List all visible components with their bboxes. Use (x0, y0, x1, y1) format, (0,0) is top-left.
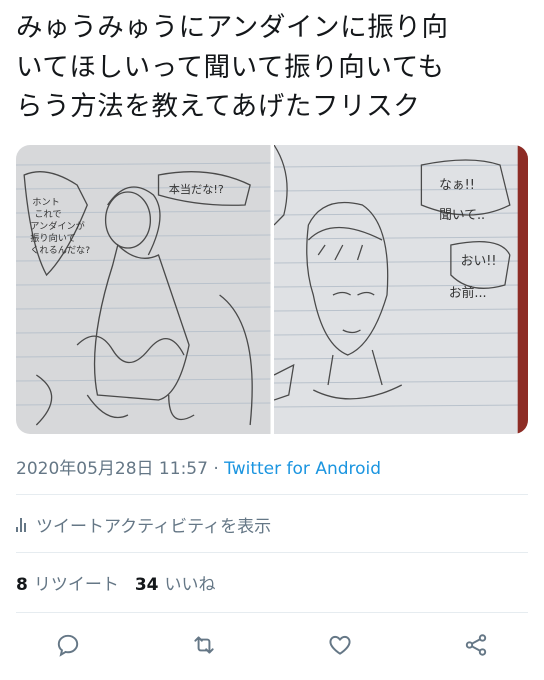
likes-stat[interactable]: 34 いいね (135, 570, 216, 595)
meta-separator: · (207, 459, 225, 479)
sketch-left-caption-1: 本当だな!? (169, 182, 224, 196)
share-button[interactable] (456, 625, 496, 665)
retweet-icon (194, 636, 214, 654)
tweet-media[interactable]: 本当だな!? ホントこれで アンダインが振り向いて くれるんだな? なぁ!! 聞… (16, 145, 528, 434)
tweet-activity-link[interactable]: ツイートアクティビティを表示 (16, 512, 271, 537)
tweet-stats: 8 リツイート 34 いいね (16, 570, 216, 595)
media-image-left[interactable]: 本当だな!? ホントこれで アンダインが振り向いて くれるんだな? (16, 145, 271, 434)
tweet-actions (0, 622, 544, 668)
retweets-label: リツイート (33, 575, 119, 595)
like-icon (329, 635, 351, 655)
retweets-count: 8 (16, 575, 28, 595)
likes-count: 34 (134, 575, 159, 595)
media-image-right[interactable]: なぁ!! 聞いて.. おい!! お前... (273, 145, 528, 434)
sketch-right-caption-2: 聞いて.. (439, 208, 485, 223)
divider (16, 494, 528, 495)
reply-button[interactable] (48, 625, 88, 665)
share-icon (465, 634, 487, 656)
tweet-text: みゅうみゅうにアンダインに振り向 いてほしいって聞いて振り向いても らう方法を教… (16, 12, 449, 122)
sketch-right-caption-4: お前... (448, 285, 486, 301)
retweet-button[interactable] (184, 625, 224, 665)
tweet-meta: 2020年05月28日 11:57 · Twitter for Android (16, 454, 381, 479)
likes-label: いいね (164, 575, 216, 595)
sketch-left: 本当だな!? ホントこれで アンダインが振り向いて くれるんだな? (16, 145, 271, 434)
like-button[interactable] (320, 625, 360, 665)
sketch-right-caption-1: なぁ!! (439, 178, 475, 193)
tweet-activity-label: ツイートアクティビティを表示 (36, 517, 272, 537)
reply-icon (57, 634, 79, 657)
tweet-source[interactable]: Twitter for Android (224, 459, 381, 479)
divider (16, 552, 528, 553)
sketch-right: なぁ!! 聞いて.. おい!! お前... (273, 145, 528, 434)
sketch-right-caption-3: おい!! (460, 254, 496, 269)
divider (16, 612, 528, 613)
bar-chart-icon (16, 517, 26, 532)
retweets-stat[interactable]: 8 リツイート (16, 570, 119, 595)
tweet-datetime[interactable]: 2020年05月28日 11:57 (16, 459, 208, 479)
